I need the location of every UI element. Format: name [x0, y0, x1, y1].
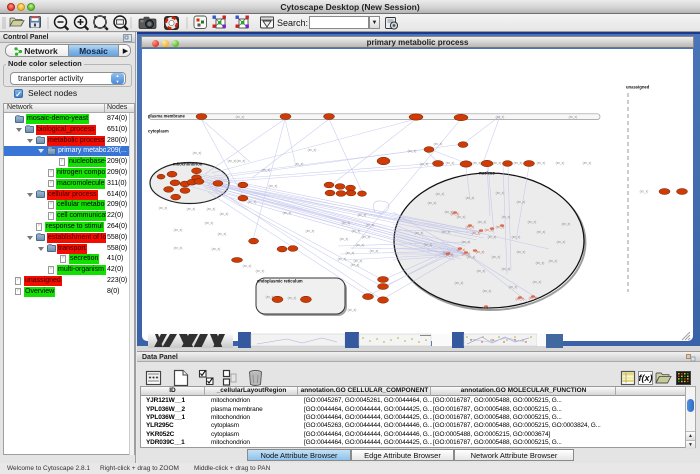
svg-text:(xx_x): (xx_x): [236, 115, 245, 119]
svg-text:(xx_x): (xx_x): [262, 168, 271, 172]
svg-text:(xx_x): (xx_x): [533, 280, 542, 284]
svg-text:(xx_x): (xx_x): [502, 215, 511, 219]
svg-text:(xx_x): (xx_x): [483, 289, 492, 293]
svg-text:(xx_x): (xx_x): [569, 115, 578, 119]
svg-text:(xx_x): (xx_x): [288, 296, 297, 300]
svg-text:(xx_x): (xx_x): [562, 222, 571, 226]
svg-text:(xx_x): (xx_x): [306, 229, 315, 233]
svg-text:(xx_x): (xx_x): [358, 213, 367, 217]
svg-text:(xx_x): (xx_x): [205, 221, 214, 225]
svg-text:(xx_x): (xx_x): [338, 257, 347, 261]
svg-text:nucleus: nucleus: [479, 171, 495, 176]
svg-text:(xx_x): (xx_x): [455, 281, 464, 285]
svg-text:(xx_x): (xx_x): [477, 269, 486, 273]
svg-text:(xx_x): (xx_x): [408, 149, 417, 153]
svg-text:(xx_x): (xx_x): [212, 247, 221, 251]
svg-text:(xx_x): (xx_x): [583, 161, 592, 165]
svg-text:(xx_x): (xx_x): [496, 191, 505, 195]
svg-text:(xx_x): (xx_x): [207, 207, 216, 211]
svg-text:(xx_x): (xx_x): [370, 249, 379, 253]
svg-text:(xx_x): (xx_x): [356, 243, 365, 247]
svg-text:(xx_x): (xx_x): [517, 200, 526, 204]
svg-text:(xx_x): (xx_x): [537, 161, 546, 165]
svg-text:(xx_x): (xx_x): [346, 251, 355, 255]
svg-text:(xx_x): (xx_x): [352, 229, 361, 233]
svg-text:(xx_x): (xx_x): [174, 228, 183, 232]
svg-text:(xx_x): (xx_x): [434, 142, 443, 146]
svg-text:mitochondrion: mitochondrion: [173, 162, 203, 167]
svg-text:f(x): f(x): [639, 373, 653, 383]
svg-text:(xx_x): (xx_x): [478, 220, 487, 224]
svg-text:(xx_x): (xx_x): [556, 161, 565, 165]
svg-text:(xx_x): (xx_x): [466, 196, 475, 200]
svg-text:(xx_x): (xx_x): [342, 221, 351, 225]
svg-text:(xx_x): (xx_x): [295, 162, 304, 166]
svg-text:(xx_x): (xx_x): [187, 207, 196, 211]
svg-text:(xx_x): (xx_x): [517, 250, 526, 254]
svg-text:(xx_x): (xx_x): [424, 243, 433, 247]
svg-text:(xx_x): (xx_x): [220, 212, 229, 216]
svg-text:(xx_x): (xx_x): [549, 259, 558, 263]
svg-text:(xx_x): (xx_x): [512, 235, 521, 239]
svg-text:(xx_x): (xx_x): [446, 161, 455, 165]
svg-text:(xx_x): (xx_x): [528, 220, 537, 224]
svg-text:(xx_x): (xx_x): [462, 240, 471, 244]
svg-text:(xx_x): (xx_x): [428, 201, 437, 205]
svg-text:(xx_x): (xx_x): [509, 285, 518, 289]
svg-text:(xx_x): (xx_x): [243, 264, 252, 268]
svg-text:(xx_x): (xx_x): [351, 263, 360, 267]
svg-text:(xx_x): (xx_x): [174, 246, 183, 250]
svg-text:(xx_x): (xx_x): [237, 159, 246, 163]
svg-text:(xx_x): (xx_x): [514, 161, 523, 165]
svg-text:(xx_x): (xx_x): [442, 230, 451, 234]
svg-text:(xx_x): (xx_x): [537, 230, 546, 234]
svg-text:(xx_x): (xx_x): [473, 161, 482, 165]
svg-text:(xx_x): (xx_x): [488, 235, 497, 239]
svg-text:unassigned: unassigned: [626, 85, 650, 90]
svg-text:(xx_x): (xx_x): [536, 261, 545, 265]
svg-text:(xx_x): (xx_x): [340, 237, 349, 241]
svg-text:(xx_x): (xx_x): [436, 192, 445, 196]
svg-text:(xx_x): (xx_x): [415, 231, 424, 235]
svg-text:(xx_x): (xx_x): [193, 151, 202, 155]
svg-text:(xx_x): (xx_x): [228, 159, 237, 163]
svg-text:(xx_x): (xx_x): [496, 115, 505, 119]
svg-text:endoplasmic reticulum: endoplasmic reticulum: [257, 279, 303, 284]
svg-text:(xx_x): (xx_x): [218, 232, 227, 236]
svg-text:(xx_x): (xx_x): [420, 162, 429, 166]
svg-text:(xx_x): (xx_x): [269, 184, 278, 188]
svg-text:(xx_x): (xx_x): [362, 235, 371, 239]
svg-text:plasma membrane: plasma membrane: [148, 114, 185, 119]
svg-text:(xx_x): (xx_x): [492, 255, 501, 259]
svg-text:(xx_x): (xx_x): [366, 223, 375, 227]
svg-text:(xx_x): (xx_x): [640, 190, 649, 194]
svg-text:(xx_x): (xx_x): [557, 240, 566, 244]
svg-text:(xx_x): (xx_x): [472, 231, 481, 235]
svg-text:cytoplasm: cytoplasm: [148, 129, 169, 134]
svg-text:(xx_x): (xx_x): [256, 269, 265, 273]
svg-text:(xx_x): (xx_x): [493, 161, 502, 165]
svg-text:(xx_x): (xx_x): [502, 267, 511, 271]
svg-text:(xx_x): (xx_x): [248, 200, 257, 204]
svg-text:(xx_x): (xx_x): [283, 211, 292, 215]
svg-text:(xx_x): (xx_x): [348, 308, 357, 312]
svg-text:(xx_x): (xx_x): [159, 206, 168, 210]
svg-text:(xx_x): (xx_x): [308, 148, 317, 152]
